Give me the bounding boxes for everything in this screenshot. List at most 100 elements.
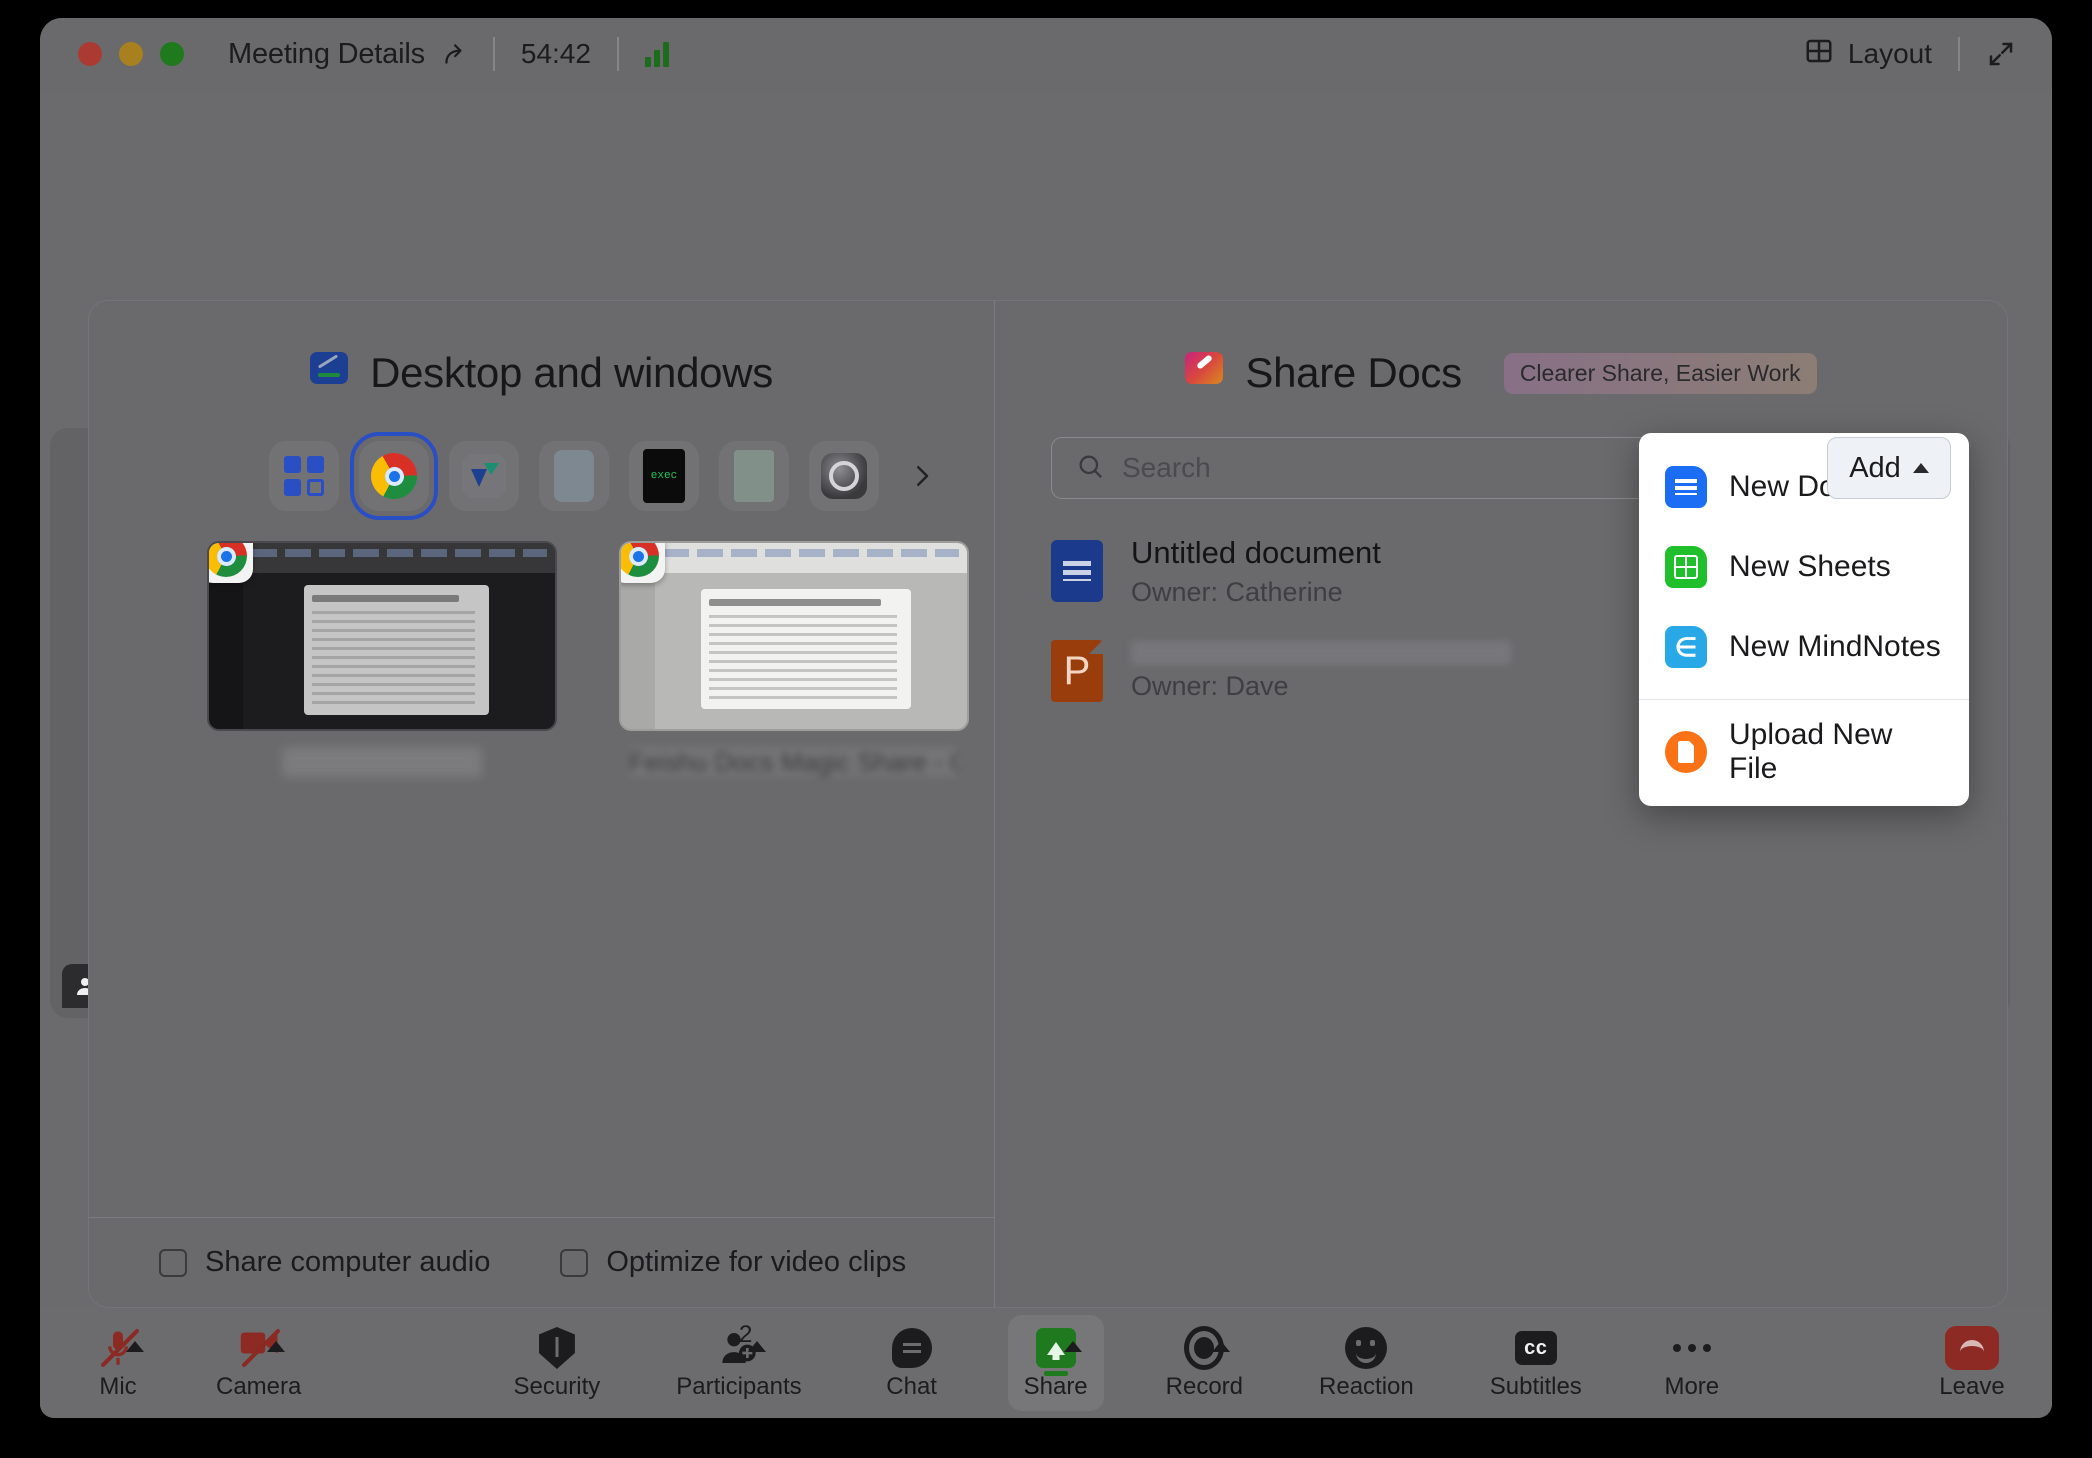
- app-chip-plain[interactable]: [719, 441, 789, 511]
- menu-item-new-mindnotes[interactable]: ∈ New MindNotes: [1639, 607, 1969, 687]
- signal-strength-icon[interactable]: [644, 41, 669, 67]
- desktop-panel-footer: Share computer audio Optimize for video …: [89, 1217, 995, 1307]
- chat-button[interactable]: Chat: [864, 1315, 960, 1411]
- layout-grid-icon: [1804, 36, 1834, 73]
- add-button[interactable]: Add: [1827, 437, 1951, 499]
- participants-label: Participants: [676, 1373, 802, 1400]
- chevron-right-icon[interactable]: [907, 459, 937, 493]
- chrome-icon: [371, 453, 417, 499]
- camera-button[interactable]: Camera: [202, 1315, 315, 1411]
- app-chip-blurred[interactable]: [539, 441, 609, 511]
- more-button[interactable]: More: [1644, 1315, 1740, 1411]
- google-docs-icon: [1665, 466, 1707, 508]
- mindnotes-icon: ∈: [1665, 626, 1707, 668]
- window-thumbnail-label: Feishu Docs Magic Share - Goo...: [629, 747, 959, 777]
- share-arrow-icon[interactable]: [441, 41, 467, 67]
- divider: [616, 37, 619, 71]
- window-thumbnail[interactable]: [207, 541, 557, 777]
- microphone-muted-icon: [98, 1325, 144, 1371]
- window-thumbnail-label: [282, 747, 482, 777]
- record-label: Record: [1165, 1373, 1244, 1400]
- smiley-face-icon: [1345, 1325, 1388, 1371]
- chevron-up-icon[interactable]: [1212, 1341, 1231, 1352]
- google-docs-icon: [1051, 540, 1103, 602]
- powerpoint-icon: P: [1051, 640, 1103, 702]
- app-icon: [734, 450, 774, 502]
- menu-item-label: Upload New File: [1729, 718, 1893, 785]
- shield-icon: [538, 1325, 575, 1371]
- app-selector-strip: exec: [269, 432, 994, 520]
- meeting-timer: 54:42: [520, 38, 591, 69]
- chat-bubble-icon: [891, 1325, 932, 1371]
- close-window-button[interactable]: [78, 42, 102, 66]
- divider: [492, 37, 495, 71]
- app-chip-chrome[interactable]: [350, 432, 438, 520]
- window-thumbnail-row: Feishu Docs Magic Share - Goo...: [207, 541, 994, 777]
- record-circle-icon: [1184, 1325, 1231, 1371]
- app-chip-terminal[interactable]: exec: [629, 441, 699, 511]
- checkbox-box[interactable]: [560, 1248, 589, 1277]
- window-thumbnail[interactable]: Feishu Docs Magic Share - Goo...: [619, 541, 969, 777]
- upload-file-icon: [1665, 731, 1707, 773]
- chrome-icon: [209, 543, 253, 583]
- desktop-and-windows-panel: Desktop and windows exec Feishu Docs Mag…: [89, 301, 995, 1307]
- optimize-for-video-clips-checkbox[interactable]: Optimize for video clips: [560, 1246, 906, 1279]
- divider: [1958, 37, 1960, 71]
- leave-button[interactable]: Leave: [1924, 1315, 2020, 1411]
- phone-hangup-icon: [1945, 1325, 1999, 1371]
- leave-label: Leave: [1939, 1373, 2005, 1400]
- grid-squares-icon: [284, 456, 324, 496]
- subtitles-label: Subtitles: [1489, 1373, 1582, 1400]
- chrome-icon: [621, 543, 665, 583]
- lark-icon: [462, 454, 506, 498]
- ellipsis-icon: [1672, 1325, 1711, 1371]
- menu-item-label: New Sheets: [1729, 550, 1891, 583]
- closed-caption-icon: cc: [1514, 1325, 1557, 1371]
- optimize-for-video-clips-label: Optimize for video clips: [606, 1246, 907, 1278]
- minimize-window-button[interactable]: [119, 42, 143, 66]
- search-icon: [1076, 452, 1104, 485]
- doc-title: [1131, 640, 1511, 665]
- caret-up-icon: [1912, 463, 1929, 473]
- app-icon: [554, 450, 594, 502]
- mic-label: Mic: [99, 1373, 137, 1400]
- monitor-share-icon: [310, 352, 349, 394]
- chevron-up-icon[interactable]: [126, 1341, 144, 1352]
- chevron-up-icon[interactable]: [266, 1341, 285, 1352]
- titlebar-right-group: Layout: [1804, 36, 2016, 73]
- menu-item-new-sheets[interactable]: New Sheets: [1639, 527, 1969, 607]
- share-docs-panel: Share Docs Clearer Share, Easier Work Ad…: [995, 301, 2007, 1307]
- share-computer-audio-checkbox[interactable]: Share computer audio: [159, 1246, 490, 1279]
- google-sheets-icon: [1665, 546, 1707, 588]
- subtitles-button[interactable]: cc Subtitles: [1476, 1315, 1596, 1411]
- app-chip-desktop[interactable]: [269, 441, 339, 511]
- chevron-up-icon[interactable]: [747, 1341, 766, 1352]
- camera-label: Camera: [216, 1373, 302, 1400]
- meeting-control-bar: Mic Camera Security 2 Participants Chat …: [40, 1308, 2052, 1418]
- layout-button[interactable]: Layout: [1804, 36, 1932, 73]
- chevron-up-icon[interactable]: [1063, 1341, 1082, 1352]
- app-chip-settings[interactable]: [809, 441, 879, 511]
- divider: [1639, 699, 1969, 700]
- chat-label: Chat: [886, 1373, 937, 1400]
- app-chip-lark[interactable]: [449, 441, 519, 511]
- share-button[interactable]: Share: [1007, 1315, 1104, 1411]
- security-label: Security: [513, 1373, 601, 1400]
- share-docs-header: Share Docs Clearer Share, Easier Work: [995, 349, 2007, 397]
- security-button[interactable]: Security: [500, 1315, 615, 1411]
- share-screen-icon: [1035, 1325, 1082, 1376]
- menu-item-label: New MindNotes: [1729, 630, 1941, 663]
- expand-diagonal-icon[interactable]: [1986, 39, 2016, 69]
- reaction-label: Reaction: [1319, 1373, 1414, 1400]
- camera-muted-icon: [239, 1325, 285, 1371]
- participants-button[interactable]: 2 Participants: [662, 1315, 815, 1411]
- reaction-button[interactable]: Reaction: [1305, 1315, 1428, 1411]
- record-button[interactable]: Record: [1152, 1315, 1257, 1411]
- more-label: More: [1664, 1373, 1720, 1400]
- maximize-window-button[interactable]: [160, 42, 184, 66]
- gear-icon: [821, 453, 867, 499]
- checkbox-box[interactable]: [159, 1248, 187, 1277]
- menu-item-upload-new-file[interactable]: Upload New File: [1639, 712, 1969, 792]
- status-badge: Clearer Share, Easier Work: [1503, 352, 1817, 394]
- mic-button[interactable]: Mic: [70, 1315, 166, 1411]
